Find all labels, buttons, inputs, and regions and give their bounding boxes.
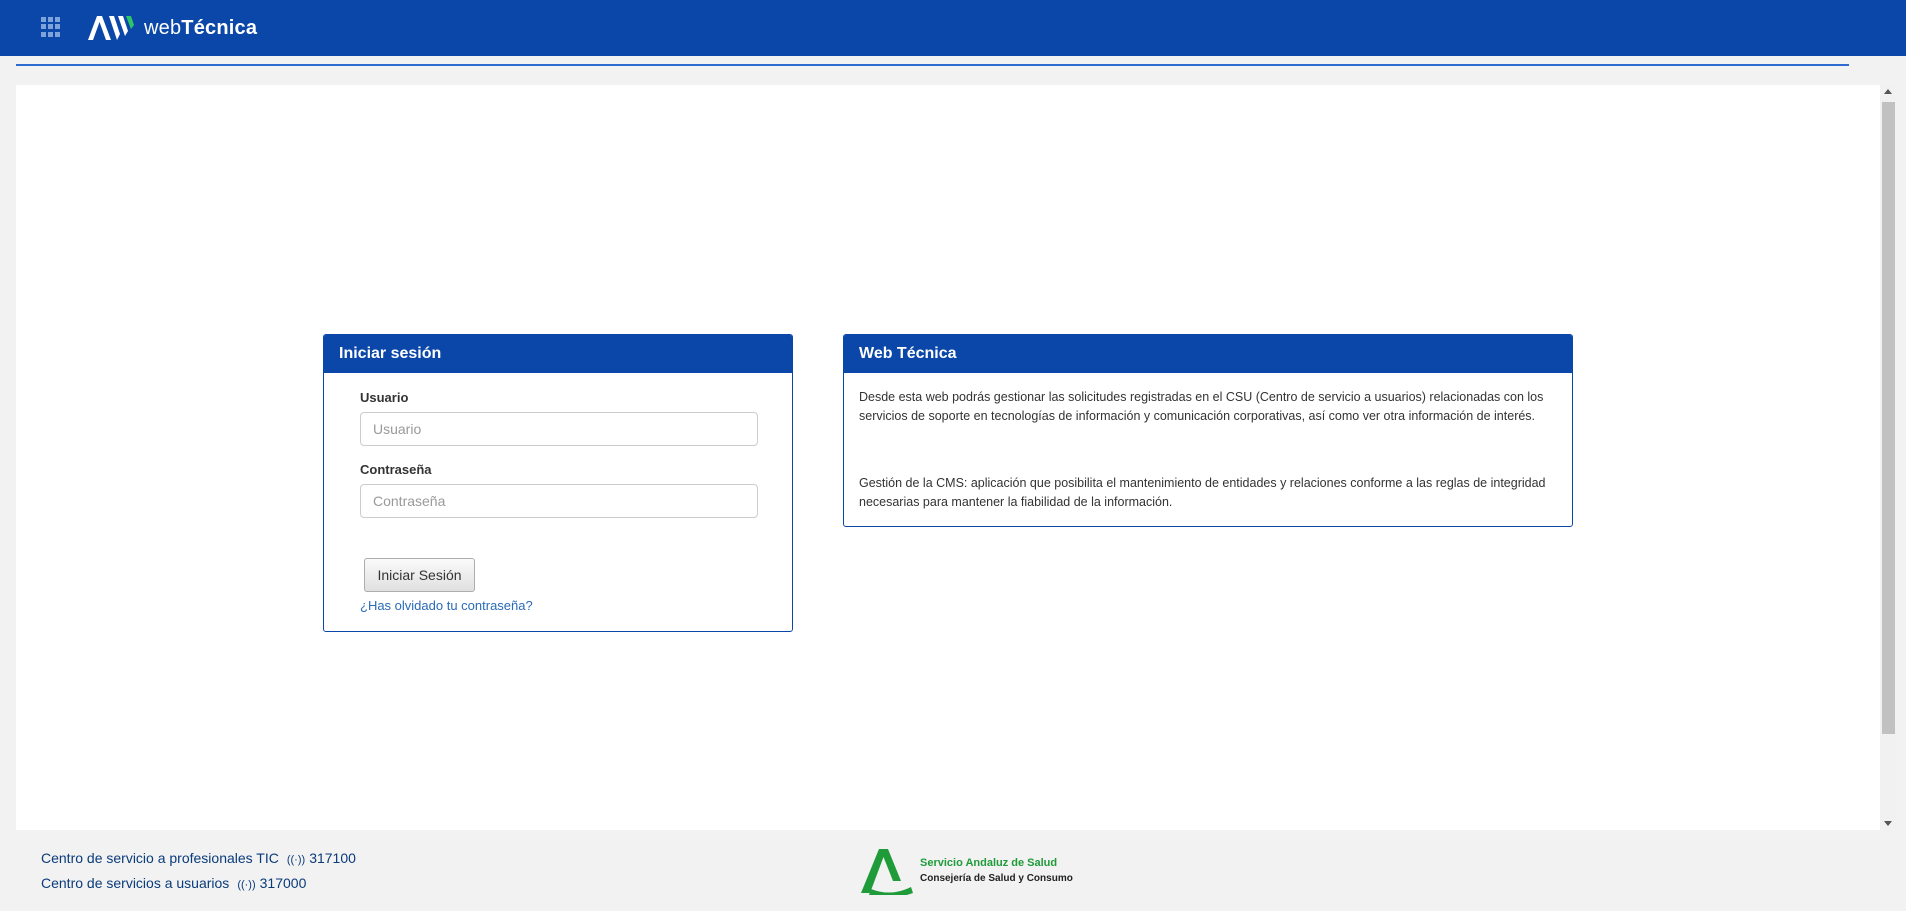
forgot-password-link[interactable]: ¿Has olvidado tu contraseña?	[360, 598, 533, 613]
webtecnica-logo[interactable]: webTécnica	[88, 14, 257, 42]
apps-grid-icon[interactable]	[41, 17, 61, 37]
info-paragraph-1: Desde esta web podrás gestionar las soli…	[859, 390, 1544, 423]
sas-org-name: Servicio Andaluz de Salud	[920, 857, 1058, 869]
sas-dept-name: Consejería de Salud y Consumo	[920, 873, 1073, 884]
password-label: Contraseña	[360, 462, 432, 477]
login-button[interactable]: Iniciar Sesión	[364, 558, 475, 592]
phone-icon: ((·))	[286, 854, 306, 866]
header-divider	[16, 64, 1849, 66]
scroll-thumb[interactable]	[1882, 102, 1895, 734]
logo-text: webTécnica	[144, 17, 258, 39]
scroll-up-arrow-icon[interactable]	[1884, 89, 1892, 94]
info-panel: Web Técnica Desde esta web podrás gestio…	[843, 334, 1573, 527]
scroll-down-arrow-icon[interactable]	[1884, 821, 1892, 826]
password-input[interactable]	[360, 484, 758, 518]
contact-phone: 317100	[309, 850, 356, 866]
username-input[interactable]	[360, 412, 758, 446]
username-label: Usuario	[360, 390, 409, 405]
vertical-scrollbar[interactable]	[1880, 85, 1897, 830]
info-paragraph-2: Gestión de la CMS: aplicación que posibi…	[859, 476, 1546, 509]
contact-label: Centro de servicios a usuarios	[41, 875, 230, 891]
contact-label: Centro de servicio a profesionales TIC	[41, 850, 279, 866]
phone-icon: ((·))	[237, 879, 256, 891]
footer-contact-tic: Centro de servicio a profesionales TIC ((…	[41, 850, 356, 866]
login-panel-title: Iniciar sesión	[324, 335, 792, 373]
aw-logo-icon	[88, 16, 134, 40]
contact-phone: 317000	[259, 875, 307, 891]
login-panel: Iniciar sesión Usuario Contraseña Inicia…	[323, 334, 793, 632]
info-panel-title: Web Técnica	[844, 335, 1572, 373]
footer-contact-users: Centro de servicios a usuarios ((·)) 31700…	[41, 875, 306, 891]
sas-logo-icon	[861, 849, 913, 895]
top-bar: webTécnica	[0, 0, 1906, 56]
